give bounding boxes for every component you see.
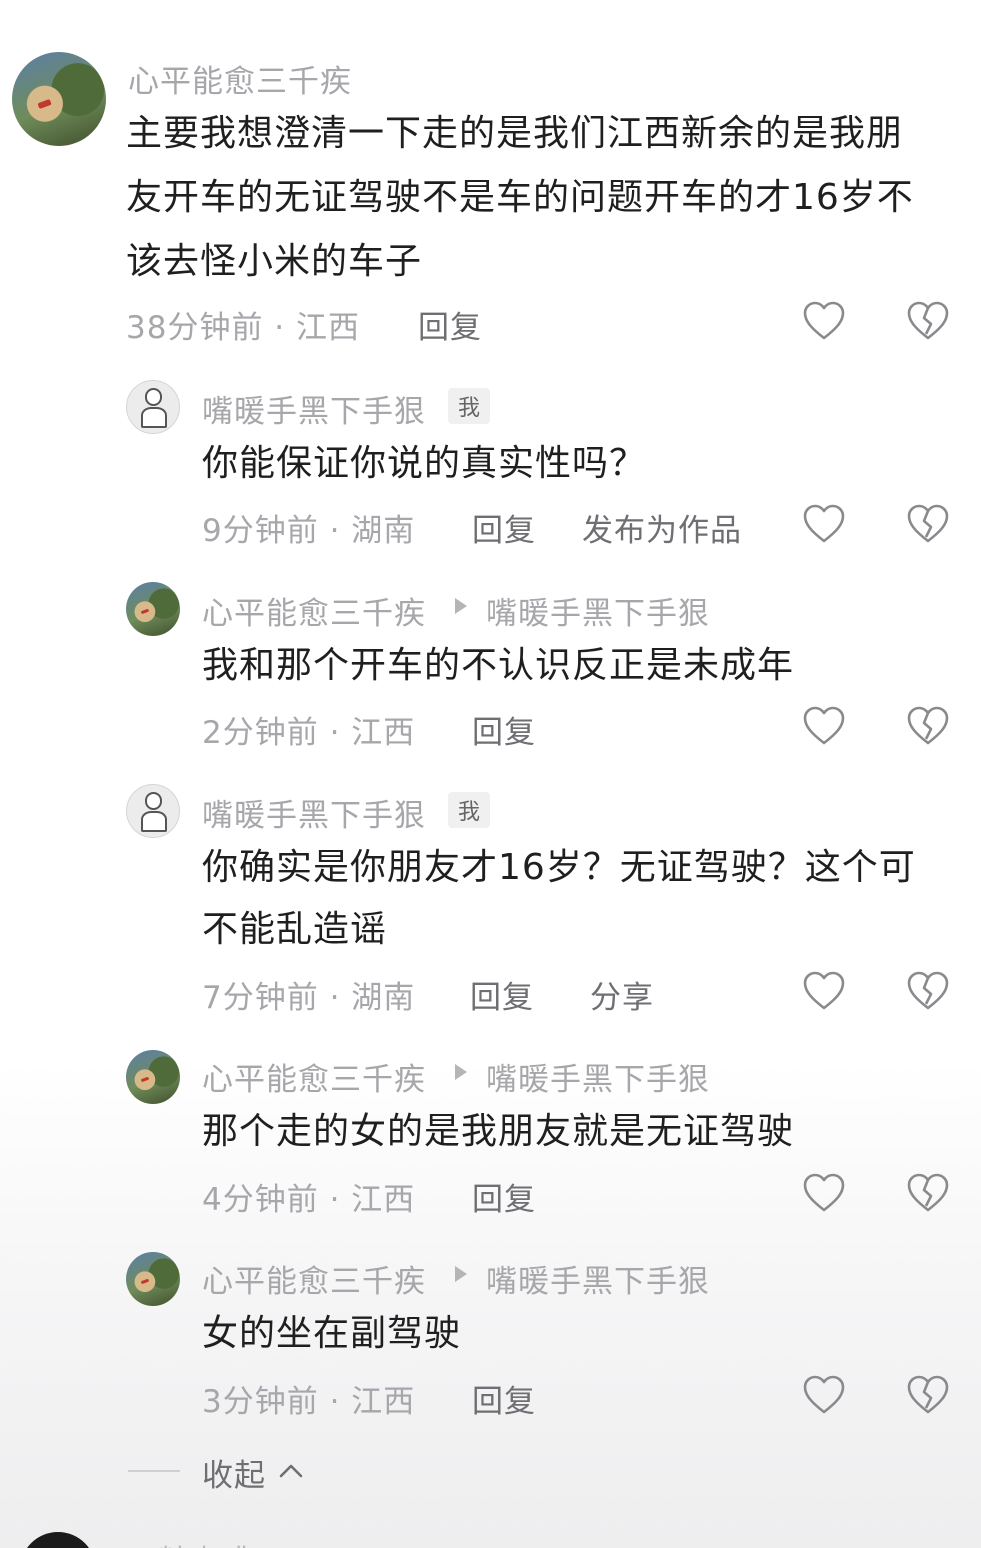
reply-button[interactable]: 回复 [470, 972, 534, 1017]
comment-text-line: 友开车的无证驾驶不是车的问题开车的才16岁不 [126, 177, 914, 218]
reply-button[interactable]: 回复 [472, 505, 536, 550]
comment-text-line: 主要我想澄清一下走的是我们江西新余的是我朋 [126, 113, 904, 154]
comment-author[interactable]: 心平能愈三千疾 [202, 1256, 426, 1301]
dislike-icon[interactable] [905, 703, 951, 749]
avatar-xinping[interactable] [126, 582, 180, 636]
reply-button[interactable]: 回复 [472, 1376, 536, 1421]
reply-to-author[interactable]: 嘴暖手黑下手狠 [486, 588, 710, 633]
comment-author[interactable]: 嘴暖手黑下手狠 [202, 386, 426, 431]
comment-text-line: 你确实是你朋友才16岁？无证驾驶？这个可 [202, 847, 916, 888]
collapse-divider [128, 1470, 180, 1472]
like-icon[interactable] [801, 298, 847, 344]
share-button[interactable]: 分享 [590, 972, 654, 1017]
collapse-replies-button[interactable]: 收起 [202, 1450, 266, 1495]
dislike-icon[interactable] [905, 298, 951, 344]
dislike-icon[interactable] [905, 1170, 951, 1216]
comment-text-line: 女的坐在副驾驶 [202, 1313, 462, 1354]
comment-meta: 2分钟前 · 江西 [202, 715, 416, 751]
reply-button[interactable]: 回复 [472, 707, 536, 752]
comment-text-line: 该去怪小米的车子 [126, 241, 423, 282]
me-badge: 我 [448, 792, 491, 828]
comment-text-line: 那个走的女的是我朋友就是无证驾驶 [202, 1111, 795, 1152]
comment-text-line: 你能保证你说的真实性吗？ [202, 443, 647, 484]
comment-meta: 4分钟前 · 江西 [202, 1182, 416, 1218]
avatar-zuinuan[interactable] [126, 380, 180, 434]
chevron-up-icon[interactable] [276, 1456, 306, 1486]
comment-author[interactable]: 心平能愈三千疾 [202, 1054, 426, 1099]
like-icon[interactable] [801, 501, 847, 547]
avatar-zuinuan[interactable] [126, 784, 180, 838]
me-badge: 我 [448, 388, 491, 424]
reply-button[interactable]: 回复 [418, 302, 482, 347]
comment-meta: 38分钟前 · 江西 [126, 310, 361, 346]
like-icon[interactable] [801, 968, 847, 1014]
avatar-xinping[interactable] [12, 52, 106, 146]
comment-author[interactable]: 心平能愈三千疾 [202, 588, 426, 633]
dislike-icon[interactable] [905, 1372, 951, 1418]
avatar-xinping[interactable] [126, 1252, 180, 1306]
comment-text-line: 我和那个开车的不认识反正是未成年 [202, 645, 795, 686]
reply-button[interactable]: 回复 [472, 1174, 536, 1219]
dislike-icon[interactable] [905, 501, 951, 547]
comment-meta: 7分钟前 · 湖南 [202, 980, 416, 1016]
reply-to-author[interactable]: 嘴暖手黑下手狠 [486, 1256, 710, 1301]
like-icon[interactable] [801, 1372, 847, 1418]
comment-author[interactable]: 嘴暖手黑下手狠 [202, 790, 426, 835]
reply-to-arrow-icon [455, 1266, 467, 1282]
like-icon[interactable] [801, 703, 847, 749]
avatar-xinping[interactable] [126, 1050, 180, 1104]
like-icon[interactable] [801, 1170, 847, 1216]
reply-to-arrow-icon [455, 1064, 467, 1080]
comment-meta: 9分钟前 · 湖南 [202, 513, 416, 549]
reply-to-arrow-icon [455, 598, 467, 614]
comment-author[interactable]: 心平能愈三千疾 [128, 56, 352, 101]
dislike-icon[interactable] [905, 968, 951, 1014]
publish-as-work-button[interactable]: 发布为作品 [582, 505, 742, 550]
comment-meta: 3分钟前 · 江西 [202, 1384, 416, 1420]
reply-to-author[interactable]: 嘴暖手黑下手狠 [486, 1054, 710, 1099]
comment-text-line: 不能乱造谣 [202, 909, 388, 950]
comment-author[interactable]: 石精咖啡 [128, 1536, 252, 1548]
avatar-next-commenter[interactable] [20, 1532, 96, 1548]
